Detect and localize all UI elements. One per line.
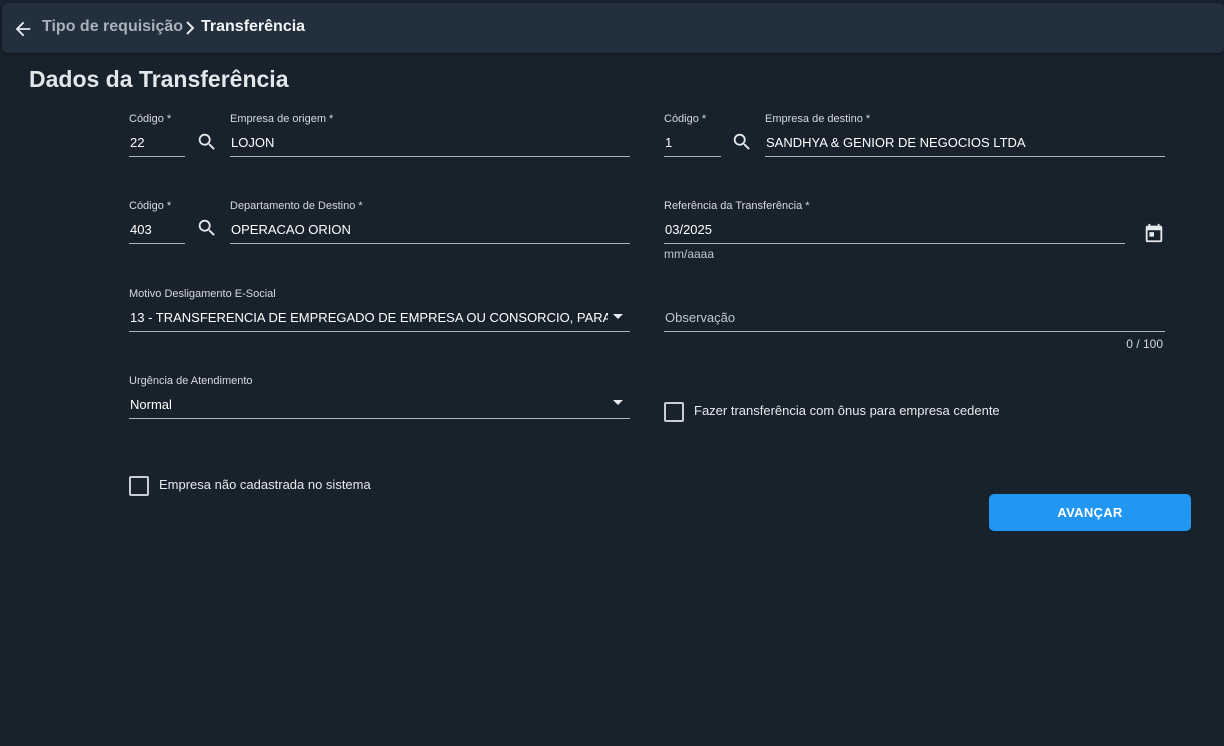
top-bar: Tipo de requisição Transferência	[2, 3, 1224, 53]
dropdown-arrow-icon[interactable]	[613, 400, 623, 405]
onus-checkbox[interactable]	[664, 402, 684, 422]
back-arrow-icon[interactable]	[12, 18, 34, 40]
urgencia-label: Urgência de Atendimento	[129, 375, 253, 387]
search-icon[interactable]	[196, 217, 218, 239]
calendar-icon[interactable]	[1143, 222, 1165, 244]
breadcrumb-parent[interactable]: Tipo de requisição	[42, 18, 183, 36]
departamento-destino-value[interactable]: OPERACAO ORION	[231, 222, 351, 237]
empresa-destino-field[interactable]: Empresa de destino * SANDHYA & GENIOR DE…	[765, 113, 1165, 157]
origem-codigo-label: Código *	[129, 113, 172, 125]
referencia-hint: mm/aaaa	[664, 247, 715, 261]
departamento-codigo-label: Código *	[129, 200, 172, 212]
chevron-right-icon	[186, 21, 195, 35]
empresa-nao-cadastrada-checkbox[interactable]	[129, 476, 149, 496]
motivo-select[interactable]: Motivo Desligamento E-Social 13 - TRANSF…	[129, 288, 630, 332]
empresa-origem-value[interactable]: LOJON	[231, 135, 274, 150]
onus-checkbox-label[interactable]: Fazer transferência com ônus para empres…	[694, 403, 1000, 418]
empresa-origem-field[interactable]: Empresa de origem * LOJON	[230, 113, 630, 157]
urgencia-select[interactable]: Urgência de Atendimento Normal	[129, 375, 630, 419]
motivo-value[interactable]: 13 - TRANSFERENCIA DE EMPREGADO DE EMPRE…	[130, 310, 608, 325]
empresa-nao-cadastrada-label[interactable]: Empresa não cadastrada no sistema	[159, 477, 371, 492]
empresa-origem-label: Empresa de origem *	[230, 113, 334, 125]
destino-codigo-field[interactable]: Código * 1	[664, 113, 721, 157]
referencia-label: Referência da Transferência *	[664, 200, 810, 212]
search-icon[interactable]	[731, 131, 753, 153]
departamento-codigo-field[interactable]: Código * 403	[129, 200, 185, 244]
departamento-codigo-value[interactable]: 403	[130, 222, 152, 237]
observacao-counter: 0 / 100	[1126, 337, 1163, 351]
breadcrumb-current: Transferência	[201, 18, 306, 35]
destino-codigo-value[interactable]: 1	[665, 135, 672, 150]
referencia-field[interactable]: Referência da Transferência * 03/2025	[664, 200, 1125, 244]
referencia-value[interactable]: 03/2025	[665, 222, 712, 237]
departamento-destino-label: Departamento de Destino *	[230, 200, 363, 212]
empresa-destino-label: Empresa de destino *	[765, 113, 871, 125]
search-icon[interactable]	[196, 131, 218, 153]
dropdown-arrow-icon[interactable]	[613, 314, 623, 319]
empresa-destino-value[interactable]: SANDHYA & GENIOR DE NEGOCIOS LTDA	[766, 135, 1026, 150]
origem-codigo-value[interactable]: 22	[130, 135, 144, 150]
page-title: Dados da Transferência	[29, 66, 289, 92]
avancar-button[interactable]: AVANÇAR	[989, 494, 1191, 531]
urgencia-value[interactable]: Normal	[130, 397, 172, 412]
origem-codigo-field[interactable]: Código * 22	[129, 113, 185, 157]
motivo-label: Motivo Desligamento E-Social	[129, 288, 276, 300]
destino-codigo-label: Código *	[664, 113, 707, 125]
observacao-placeholder[interactable]: Observação	[665, 310, 735, 325]
departamento-destino-field[interactable]: Departamento de Destino * OPERACAO ORION	[230, 200, 630, 244]
observacao-field[interactable]: Observação	[664, 288, 1165, 332]
